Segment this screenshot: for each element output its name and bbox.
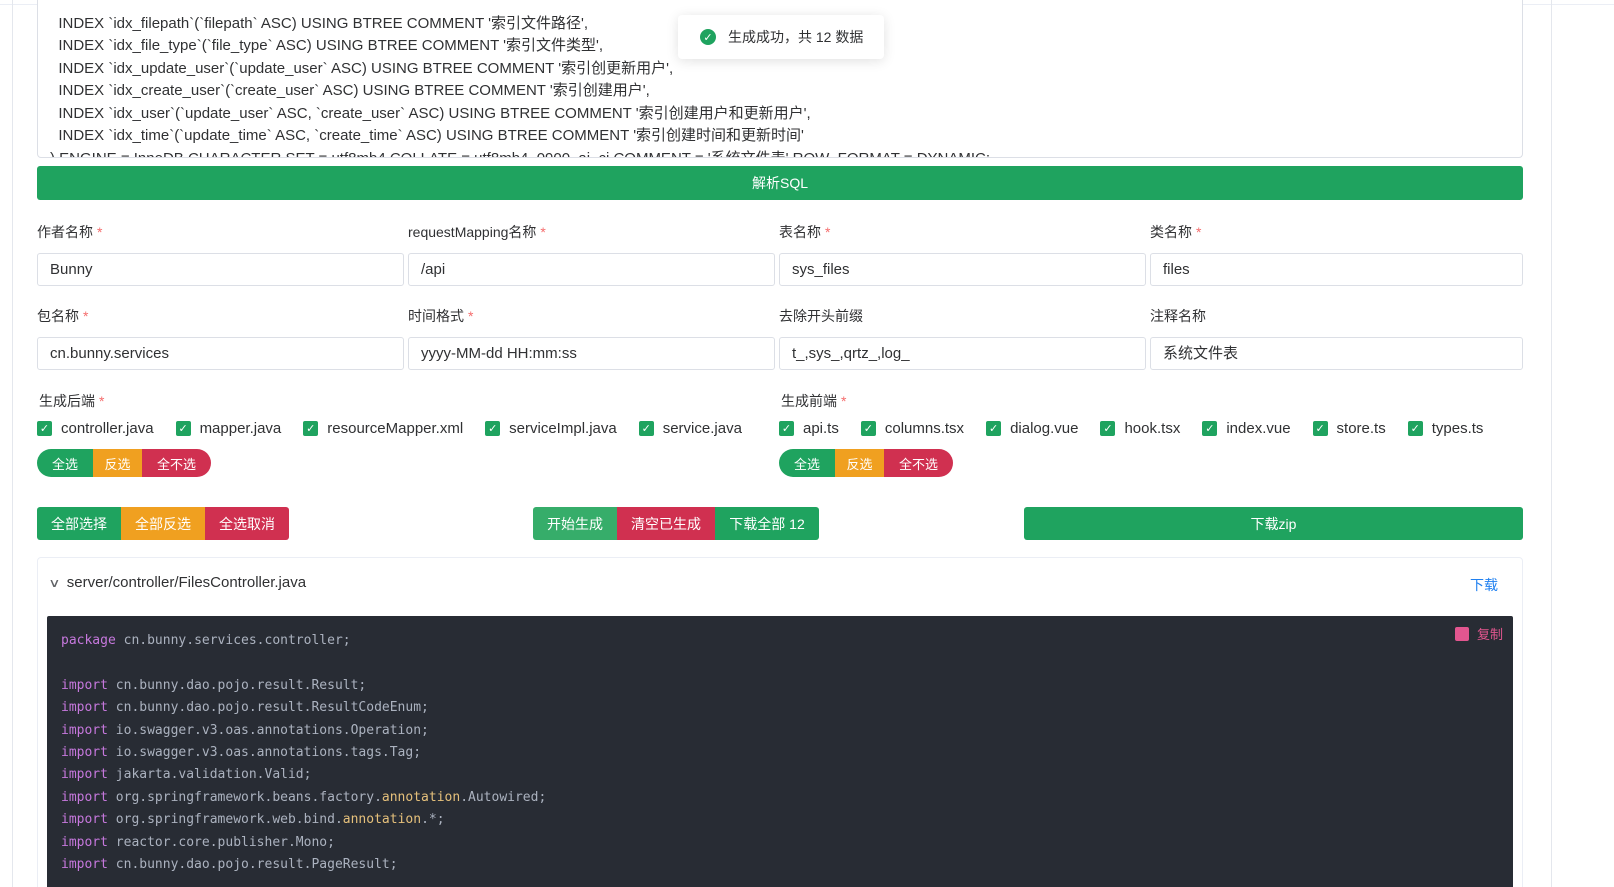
comment-name-field: 注释名称 系统文件表 (1150, 306, 1523, 370)
start-generate-button[interactable]: 开始生成 (533, 507, 617, 540)
field-label: 去除开头前缀 (779, 308, 863, 324)
sql-line: INDEX `idx_create_user`(`create_user` AS… (50, 82, 650, 99)
check-icon: ✓ (1407, 421, 1423, 436)
check-icon: ✓ (485, 421, 501, 436)
parse-sql-button[interactable]: 解析SQL (37, 166, 1523, 200)
check-icon: ✓ (303, 421, 319, 436)
strip-prefix-input[interactable]: t_,sys_,qrtz_,log_ (779, 337, 1146, 370)
sql-line: INDEX `idx_time`(`update_time` ASC, `cre… (50, 127, 804, 144)
global-selection-buttons: 全部选择 全部反选 全选取消 (37, 507, 289, 540)
frontend-checkbox[interactable]: ✓ dialog.vue (986, 420, 1078, 437)
package-name-input[interactable]: cn.bunny.services (37, 337, 404, 370)
backend-selection-buttons: 全选 反选 全不选 (37, 449, 211, 477)
time-format-input[interactable]: yyyy-MM-dd HH:mm:ss (408, 337, 775, 370)
frontend-checkbox[interactable]: ✓ api.ts (779, 420, 839, 437)
success-toast: ✓ 生成成功，共 12 数据 (678, 15, 884, 59)
backend-checkbox[interactable]: ✓ service.java (638, 420, 742, 437)
code-text: package cn.bunny.services.controller; im… (61, 633, 547, 873)
check-icon: ✓ (37, 421, 52, 436)
field-label: 包名称 * (37, 308, 89, 324)
frontend-checkbox[interactable]: ✓ hook.tsx (1100, 420, 1180, 437)
chevron-down-icon[interactable]: ∨ (48, 576, 60, 590)
field-label: 作者名称 * (37, 224, 103, 240)
field-label: 表名称 * (779, 224, 831, 240)
left-border (12, 0, 13, 887)
backend-checkbox[interactable]: ✓ mapper.java (175, 420, 281, 437)
frontend-select-all-button[interactable]: 全选 (779, 449, 835, 477)
backend-checkbox[interactable]: ✓ controller.java (37, 420, 154, 437)
frontend-checkbox[interactable]: ✓ index.vue (1202, 420, 1291, 437)
frontend-checkbox[interactable]: ✓ types.ts (1407, 420, 1483, 437)
copy-button[interactable]: 复制 (1455, 624, 1503, 643)
file-preview-card: ∨ server/controller/FilesController.java… (37, 557, 1523, 887)
sql-line: INDEX `idx_update_user`(`update_user` AS… (50, 59, 674, 77)
check-icon: ✓ (175, 421, 191, 436)
backend-invert-button[interactable]: 反选 (93, 449, 142, 477)
class-name-input[interactable]: files (1150, 253, 1523, 286)
field-label: 注释名称 (1150, 308, 1206, 324)
download-all-button[interactable]: 下载全部 12 (715, 507, 819, 540)
select-all-button[interactable]: 全部选择 (37, 507, 121, 540)
frontend-select-none-button[interactable]: 全不选 (884, 449, 953, 477)
backend-checkbox[interactable]: ✓ serviceImpl.java (485, 420, 617, 437)
request-mapping-input[interactable]: /api (408, 253, 775, 286)
comment-name-input[interactable]: 系统文件表 (1150, 337, 1523, 370)
check-icon: ✓ (1202, 421, 1218, 436)
package-name-field: 包名称 * cn.bunny.services (37, 306, 404, 370)
check-icon: ✓ (638, 421, 654, 436)
generate-buttons: 开始生成 清空已生成 下载全部 12 (533, 507, 819, 540)
right-border (1551, 0, 1552, 887)
frontend-label: 生成前端 * (781, 393, 847, 409)
cancel-all-button[interactable]: 全选取消 (205, 507, 289, 540)
backend-checkbox[interactable]: ✓ resourceMapper.xml (303, 420, 463, 437)
author-input[interactable]: Bunny (37, 253, 404, 286)
backend-checkbox-group: ✓ controller.java ✓ mapper.java ✓ resourceM… (37, 420, 764, 437)
frontend-checkbox[interactable]: ✓ columns.tsx (860, 420, 964, 437)
check-icon: ✓ (1312, 421, 1328, 436)
download-zip-button[interactable]: 下载zip (1024, 507, 1523, 540)
backend-label: 生成后端 * (39, 393, 105, 409)
frontend-checkbox[interactable]: ✓ store.ts (1312, 420, 1386, 437)
invert-all-button[interactable]: 全部反选 (121, 507, 205, 540)
request-mapping-field: requestMapping名称 * /api (408, 222, 775, 286)
field-label: 类名称 * (1150, 224, 1202, 240)
clear-generated-button[interactable]: 清空已生成 (617, 507, 715, 540)
field-label: 时间格式 * (408, 308, 474, 324)
check-icon: ✓ (1100, 421, 1116, 436)
strip-prefix-field: 去除开头前缀 t_,sys_,qrtz_,log_ (779, 306, 1146, 370)
frontend-invert-button[interactable]: 反选 (835, 449, 884, 477)
file-path: server/controller/FilesController.java (66, 574, 307, 591)
check-icon: ✓ (986, 421, 1002, 436)
check-circle-icon: ✓ (700, 29, 716, 45)
class-name-field: 类名称 * files (1150, 222, 1523, 286)
copy-icon (1455, 626, 1469, 641)
sql-line: ) ENGINE = InnoDB CHARACTER SET = utf8mb… (50, 149, 991, 158)
file-download-link[interactable]: 下载 (1470, 575, 1498, 595)
time-format-field: 时间格式 * yyyy-MM-dd HH:mm:ss (408, 306, 775, 370)
author-field: 作者名称 * Bunny (37, 222, 404, 286)
check-icon: ✓ (860, 421, 876, 436)
backend-select-none-button[interactable]: 全不选 (142, 449, 211, 477)
code-block: 复制 package cn.bunny.services.controller;… (47, 616, 1513, 887)
field-label: requestMapping名称 * (408, 224, 546, 240)
frontend-checkbox-group: ✓ api.ts ✓ columns.tsx ✓ dialog.vue ✓ hook.t… (779, 420, 1505, 437)
toast-message: 生成成功，共 12 数据 (728, 29, 864, 45)
check-icon: ✓ (779, 421, 794, 436)
sql-line: INDEX `idx_user`(`update_user` ASC, `cre… (50, 104, 811, 122)
table-name-field: 表名称 * sys_files (779, 222, 1146, 286)
frontend-selection-buttons: 全选 反选 全不选 (779, 449, 953, 477)
backend-select-all-button[interactable]: 全选 (37, 449, 93, 477)
table-name-input[interactable]: sys_files (779, 253, 1146, 286)
file-header[interactable]: ∨ server/controller/FilesController.java (48, 574, 307, 591)
